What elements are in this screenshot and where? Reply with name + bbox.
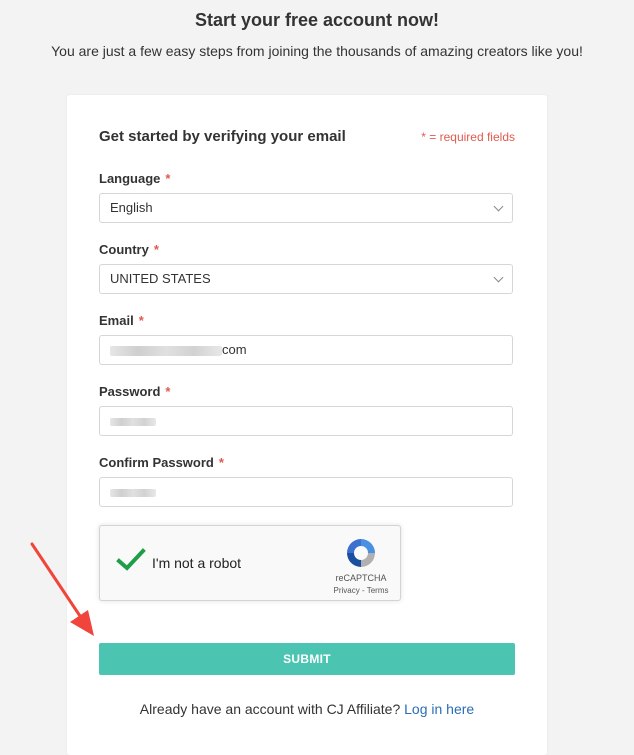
password-field[interactable]: [99, 406, 513, 436]
email-field[interactable]: com: [99, 335, 513, 365]
email-label: Email *: [99, 313, 144, 328]
password-redacted: [110, 417, 156, 426]
required-mark: *: [165, 171, 171, 186]
annotation-arrow-icon: [30, 542, 94, 636]
checkmark-icon[interactable]: [116, 548, 146, 572]
language-label: Language *: [99, 171, 171, 186]
recaptcha-label: I'm not a robot: [152, 555, 242, 571]
country-select[interactable]: UNITED STATES: [99, 264, 513, 294]
country-value: UNITED STATES: [110, 271, 211, 286]
login-row: Already have an account with CJ Affiliat…: [67, 701, 547, 717]
confirm-password-field[interactable]: [99, 477, 513, 507]
signup-card: Get started by verifying your email * = …: [67, 95, 547, 755]
recaptcha-links: Privacy - Terms: [333, 586, 389, 595]
password-label: Password *: [99, 384, 171, 399]
required-mark: *: [165, 384, 171, 399]
language-select[interactable]: English: [99, 193, 513, 223]
recaptcha-logo-icon: [347, 539, 375, 567]
form-heading: Get started by verifying your email: [99, 128, 346, 145]
email-redacted: [110, 345, 222, 356]
login-link[interactable]: Log in here: [404, 701, 474, 717]
recaptcha-privacy-link[interactable]: Privacy: [334, 586, 360, 595]
recaptcha-terms-link[interactable]: Terms: [367, 586, 389, 595]
confirm-password-label: Confirm Password *: [99, 455, 224, 470]
email-value-suffix: com: [222, 342, 247, 357]
page-subtitle: You are just a few easy steps from joini…: [51, 43, 583, 59]
required-mark: *: [138, 313, 144, 328]
login-prompt: Already have an account with CJ Affiliat…: [139, 701, 401, 717]
recaptcha-widget: I'm not a robot reCAPTCHA Privacy - Term…: [99, 525, 401, 601]
confirm-password-redacted: [110, 488, 156, 497]
required-mark: *: [153, 242, 159, 257]
required-mark: *: [218, 455, 224, 470]
required-fields-note: * = required fields: [421, 130, 515, 144]
submit-button[interactable]: SUBMIT: [99, 643, 515, 675]
recaptcha-brand: reCAPTCHA: [335, 573, 387, 583]
page-title: Start your free account now!: [194, 10, 440, 30]
language-value: English: [110, 200, 153, 215]
country-label: Country *: [99, 242, 159, 257]
